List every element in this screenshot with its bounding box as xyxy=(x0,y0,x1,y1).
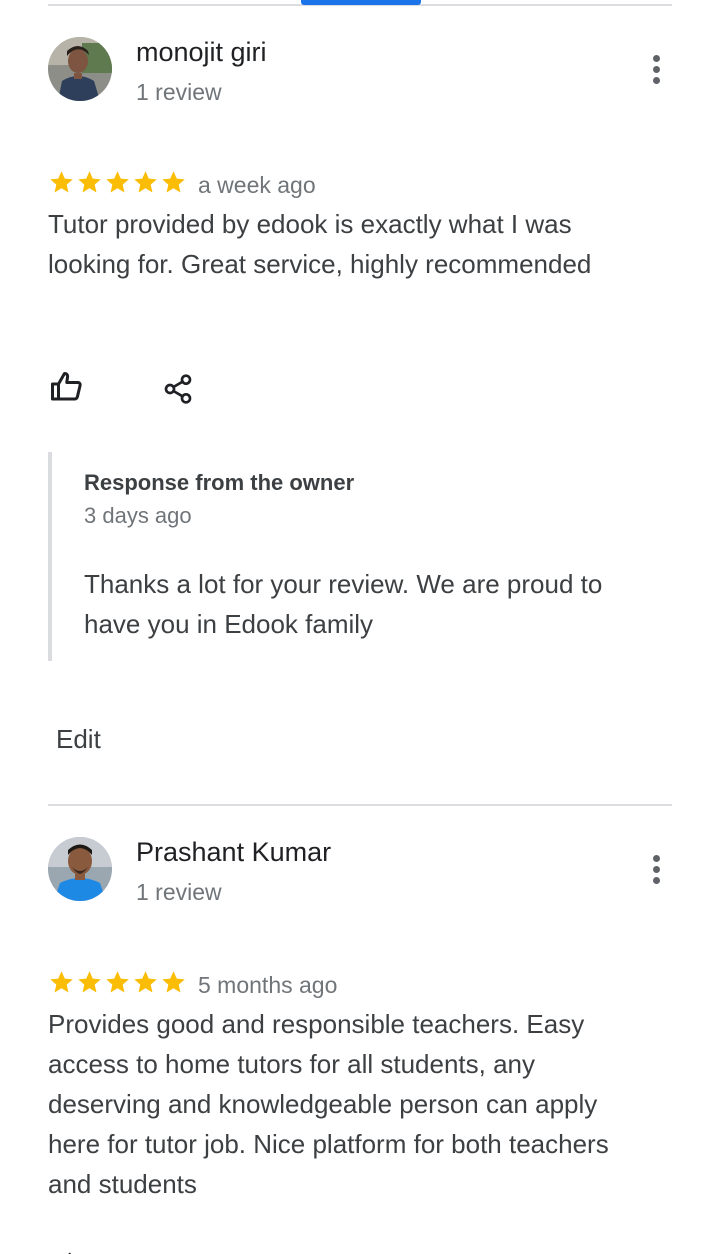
avatar[interactable] xyxy=(48,837,112,901)
star-icon xyxy=(162,971,185,993)
review-text: Provides good and responsible teachers. … xyxy=(48,1009,609,1199)
star-rating xyxy=(48,969,187,996)
more-vert-dot xyxy=(652,865,660,873)
more-vert-icon xyxy=(652,854,660,862)
more-options-button[interactable] xyxy=(640,847,672,891)
review-time: 5 months ago xyxy=(198,972,338,998)
thumbs-up-icon[interactable] xyxy=(58,1246,78,1254)
review-card: Prashant Kumar 1 review 5 months ago Pro… xyxy=(0,0,720,1254)
reviewer-review-count: 1 review xyxy=(136,879,222,905)
star-icon xyxy=(134,971,157,993)
star-icon xyxy=(50,971,73,993)
reviewer-name[interactable]: Prashant Kumar xyxy=(136,837,331,868)
star-icon xyxy=(78,971,101,993)
more-vert-dot xyxy=(652,876,660,884)
star-icon xyxy=(106,971,129,993)
